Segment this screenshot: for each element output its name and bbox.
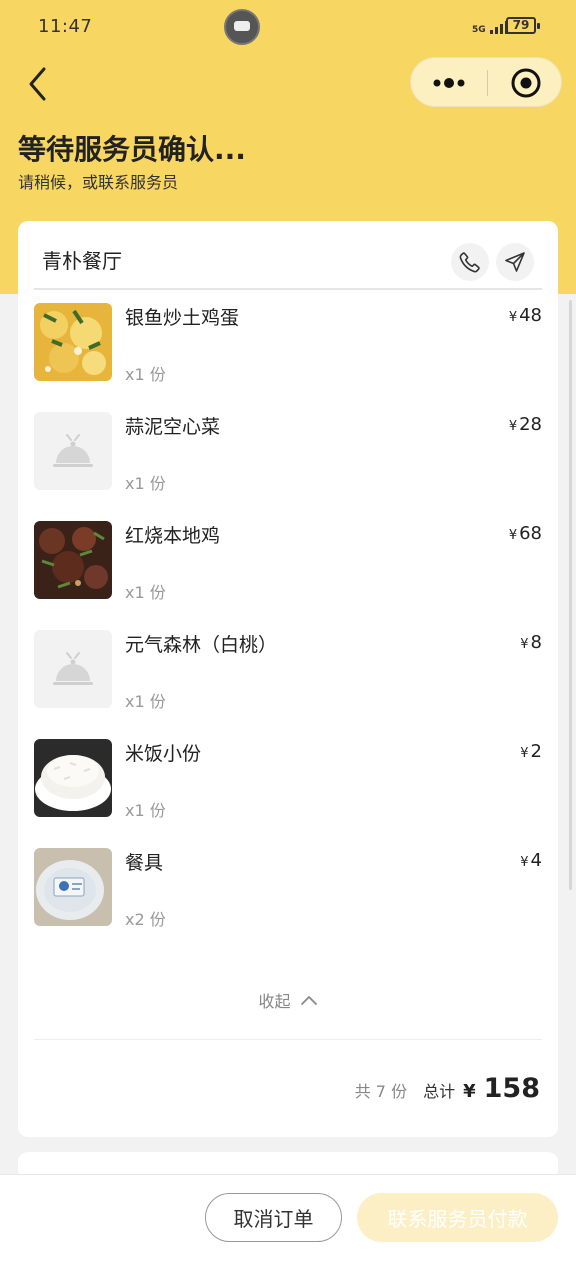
currency-symbol: ¥ [520, 637, 529, 652]
header-divider [34, 288, 542, 290]
item-quantity: x1 份 [125, 692, 166, 711]
bottom-action-bar: 取消订单 联系服务员付款 [0, 1174, 576, 1280]
currency-symbol: ¥ [508, 528, 518, 543]
cloche-icon [53, 652, 93, 685]
item-count: 共 7 份 [354, 1082, 408, 1101]
order-item[interactable]: 餐具 x2 份 ¥4 [34, 848, 542, 929]
status-time: 11:47 [38, 16, 93, 37]
item-price: ¥8 [520, 632, 542, 653]
phone-icon [459, 252, 480, 273]
dish-placeholder-image [34, 630, 112, 708]
item-price-value: 68 [519, 523, 542, 544]
target-close-icon [511, 68, 540, 98]
order-item[interactable]: 元气森林（白桃） x1 份 ¥8 [34, 630, 542, 711]
dish-placeholder-image [34, 412, 112, 490]
summary-divider [34, 1039, 542, 1040]
page-title: 等待服务员确认... [18, 133, 246, 166]
order-card: 青朴餐厅 银鱼炒土鸡蛋 x1 份 ¥48 蒜泥空心菜 x1 份 ¥ 28 红烧本… [18, 221, 558, 1137]
item-price: ¥2 [520, 741, 542, 762]
total-amount: 158 [483, 1073, 540, 1104]
network-type: 5G [472, 25, 486, 35]
item-name: 元气森林（白桃） [125, 634, 278, 656]
status-app-icon [224, 9, 260, 45]
item-quantity: x1 份 [125, 474, 166, 493]
order-item[interactable]: 银鱼炒土鸡蛋 x1 份 ¥48 [34, 303, 542, 384]
item-price: ¥48 [509, 305, 542, 326]
cloche-icon [53, 434, 93, 467]
page-subtitle: 请稍候，或联系服务员 [18, 173, 179, 192]
item-name: 红烧本地鸡 [125, 525, 221, 547]
order-item[interactable]: 蒜泥空心菜 x1 份 ¥28 [34, 412, 542, 493]
item-price-value: 8 [530, 632, 542, 653]
mini-program-capsule [410, 57, 562, 107]
currency-symbol: ¥ [520, 746, 529, 761]
close-mini-program-button[interactable] [488, 58, 563, 108]
item-name: 餐具 [125, 852, 164, 874]
chevron-left-icon [29, 67, 46, 101]
item-price-value: 28 [519, 414, 542, 435]
contact-waiter-pay-button[interactable]: 联系服务员付款 [357, 1193, 558, 1242]
total-currency: ¥ [463, 1081, 476, 1102]
item-quantity: x2 份 [125, 910, 166, 929]
navigation-arrow-icon [505, 252, 525, 272]
item-price: ¥28 [509, 414, 542, 435]
currency-symbol: ¥ [508, 419, 518, 434]
dish-image [34, 303, 112, 381]
cancel-order-button[interactable]: 取消订单 [205, 1193, 342, 1242]
item-name: 蒜泥空心菜 [125, 416, 221, 438]
dish-image [34, 521, 112, 599]
item-price: ¥68 [509, 523, 542, 544]
item-quantity: x1 份 [125, 801, 166, 820]
navigate-button[interactable] [496, 243, 534, 281]
collapse-label: 收起 [258, 992, 291, 1011]
chevron-up-icon [300, 996, 317, 1005]
currency-symbol: ¥ [508, 310, 518, 325]
battery-icon: 79 [506, 17, 540, 34]
more-dots-icon [433, 78, 465, 88]
scrollbar[interactable] [569, 300, 572, 890]
item-quantity: x1 份 [125, 583, 166, 602]
more-button[interactable] [411, 58, 487, 108]
currency-symbol: ¥ [520, 855, 529, 870]
status-bar: 11:47 5G 79 [0, 0, 576, 52]
order-summary: 共 7 份 总计 ¥ 158 [355, 1073, 540, 1104]
call-button[interactable] [451, 243, 489, 281]
dish-image [34, 848, 112, 926]
item-price-value: 48 [519, 305, 542, 326]
item-price-value: 4 [530, 850, 542, 871]
item-name: 米饭小份 [125, 743, 202, 765]
item-name: 银鱼炒土鸡蛋 [125, 307, 240, 329]
item-price-value: 2 [530, 741, 542, 762]
item-quantity: x1 份 [125, 365, 166, 384]
dish-image [34, 739, 112, 817]
item-price: ¥4 [520, 850, 542, 871]
order-item[interactable]: 米饭小份 x1 份 ¥2 [34, 739, 542, 820]
back-button[interactable] [22, 64, 58, 104]
restaurant-name: 青朴餐厅 [42, 249, 122, 273]
order-item[interactable]: 红烧本地鸡 x1 份 ¥68 [34, 521, 542, 602]
total-label: 总计 [423, 1082, 456, 1101]
collapse-button[interactable]: 收起 [18, 988, 558, 1012]
